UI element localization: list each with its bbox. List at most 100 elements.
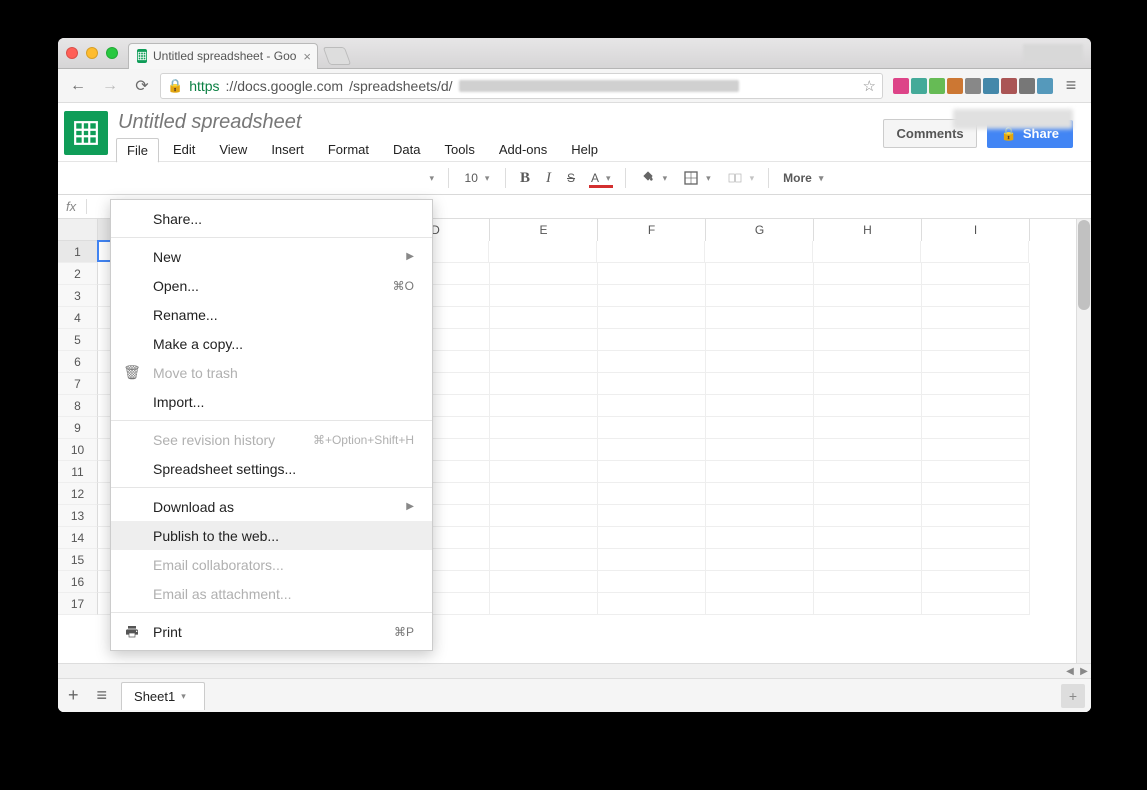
menu-format[interactable]: Format xyxy=(318,138,379,163)
cell[interactable] xyxy=(489,241,597,263)
menu-rename[interactable]: Rename... xyxy=(111,300,432,329)
extension-icon[interactable] xyxy=(965,78,981,94)
cell[interactable] xyxy=(921,241,1029,263)
cell[interactable] xyxy=(706,571,814,593)
merge-cells-button[interactable] xyxy=(721,166,761,190)
cell[interactable] xyxy=(706,439,814,461)
menu-tools[interactable]: Tools xyxy=(434,138,484,163)
cell[interactable] xyxy=(490,483,598,505)
cell[interactable] xyxy=(490,351,598,373)
cell[interactable] xyxy=(490,571,598,593)
cell[interactable] xyxy=(490,461,598,483)
row-header[interactable]: 6 xyxy=(58,351,98,373)
cell[interactable] xyxy=(706,263,814,285)
cell[interactable] xyxy=(814,505,922,527)
cell[interactable] xyxy=(706,395,814,417)
horizontal-scrollbar[interactable]: ◀▶ xyxy=(58,663,1091,678)
cell[interactable] xyxy=(597,241,705,263)
cell[interactable] xyxy=(598,593,706,615)
font-size-dropdown[interactable]: 10 xyxy=(457,167,497,189)
menu-import[interactable]: Import... xyxy=(111,387,432,416)
row-header[interactable]: 9 xyxy=(58,417,98,439)
cell[interactable] xyxy=(706,593,814,615)
cell[interactable] xyxy=(490,527,598,549)
cell[interactable] xyxy=(490,285,598,307)
cell[interactable] xyxy=(922,483,1030,505)
forward-button[interactable]: → xyxy=(96,73,124,99)
cell[interactable] xyxy=(922,307,1030,329)
cell[interactable] xyxy=(598,527,706,549)
sheets-logo-icon[interactable] xyxy=(64,111,108,155)
more-toolbar-button[interactable]: More xyxy=(777,167,829,189)
cell[interactable] xyxy=(814,483,922,505)
cell[interactable] xyxy=(922,395,1030,417)
row-header[interactable]: 5 xyxy=(58,329,98,351)
browser-tab[interactable]: Untitled spreadsheet - Goo × xyxy=(128,43,318,69)
cell[interactable] xyxy=(922,263,1030,285)
cell[interactable] xyxy=(922,461,1030,483)
bookmark-star-icon[interactable]: ☆ xyxy=(863,77,876,95)
row-header[interactable]: 10 xyxy=(58,439,98,461)
cell[interactable] xyxy=(598,461,706,483)
cell[interactable] xyxy=(598,505,706,527)
new-tab-button[interactable] xyxy=(323,47,352,65)
cell[interactable] xyxy=(598,351,706,373)
cell[interactable] xyxy=(705,241,813,263)
cell[interactable] xyxy=(813,241,921,263)
menu-addons[interactable]: Add-ons xyxy=(489,138,557,163)
extension-icon[interactable] xyxy=(929,78,945,94)
cell[interactable] xyxy=(490,373,598,395)
menu-spreadsheet-settings[interactable]: Spreadsheet settings... xyxy=(111,454,432,483)
cell[interactable] xyxy=(490,263,598,285)
chrome-menu-icon[interactable]: ≡ xyxy=(1057,75,1085,96)
extension-icon[interactable] xyxy=(1001,78,1017,94)
select-all-corner[interactable] xyxy=(58,219,98,241)
cell[interactable] xyxy=(598,395,706,417)
row-header[interactable]: 8 xyxy=(58,395,98,417)
cell[interactable] xyxy=(814,461,922,483)
cell[interactable] xyxy=(814,263,922,285)
cell[interactable] xyxy=(706,351,814,373)
cell[interactable] xyxy=(814,527,922,549)
cell[interactable] xyxy=(598,285,706,307)
font-family-dropdown[interactable]: Arial xyxy=(380,167,440,189)
cell[interactable] xyxy=(598,373,706,395)
cell[interactable] xyxy=(814,285,922,307)
cell[interactable] xyxy=(814,307,922,329)
cell[interactable] xyxy=(490,329,598,351)
cell[interactable] xyxy=(814,351,922,373)
bold-button[interactable]: B xyxy=(514,166,536,191)
column-header-F[interactable]: F xyxy=(598,219,706,241)
cell[interactable] xyxy=(814,417,922,439)
cell[interactable] xyxy=(706,285,814,307)
row-header[interactable]: 15 xyxy=(58,549,98,571)
close-window-button[interactable] xyxy=(66,47,78,59)
cell[interactable] xyxy=(922,593,1030,615)
cell[interactable] xyxy=(922,571,1030,593)
cell[interactable] xyxy=(598,483,706,505)
cell[interactable] xyxy=(706,329,814,351)
row-header[interactable]: 2 xyxy=(58,263,98,285)
cell[interactable] xyxy=(598,263,706,285)
cell[interactable] xyxy=(922,527,1030,549)
fill-color-button[interactable] xyxy=(634,166,674,190)
vertical-scrollbar[interactable] xyxy=(1076,219,1091,663)
column-header-G[interactable]: G xyxy=(706,219,814,241)
column-header-E[interactable]: E xyxy=(490,219,598,241)
cell[interactable] xyxy=(598,417,706,439)
document-title[interactable]: Untitled spreadsheet xyxy=(116,109,883,134)
cell[interactable] xyxy=(706,307,814,329)
menu-data[interactable]: Data xyxy=(383,138,430,163)
extension-icon[interactable] xyxy=(1019,78,1035,94)
menu-download-as[interactable]: Download as▶ xyxy=(111,492,432,521)
menu-view[interactable]: View xyxy=(209,138,257,163)
address-bar[interactable]: 🔒 https://docs.google.com/spreadsheets/d… xyxy=(160,73,883,99)
cell[interactable] xyxy=(598,571,706,593)
cell[interactable] xyxy=(598,549,706,571)
row-header[interactable]: 3 xyxy=(58,285,98,307)
row-header[interactable]: 4 xyxy=(58,307,98,329)
maximize-window-button[interactable] xyxy=(106,47,118,59)
extension-icon[interactable] xyxy=(1037,78,1053,94)
menu-open[interactable]: Open...⌘O xyxy=(111,271,432,300)
sheet-tab-menu-icon[interactable]: ▾ xyxy=(181,691,186,702)
